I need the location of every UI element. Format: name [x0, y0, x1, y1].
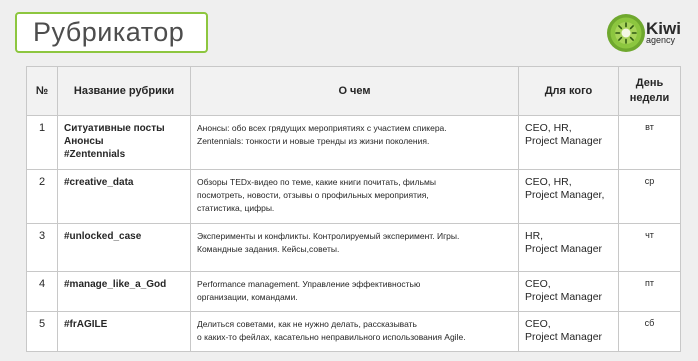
row-name: Ситуативные посты Анонсы #Zentennials: [57, 115, 191, 170]
header-day: День недели: [618, 66, 681, 116]
row-name-line: #manage_like_a_God: [64, 279, 167, 290]
row-audience-line: Project Manager,: [525, 189, 605, 201]
row-about: Эксперименты и конфликты. Контролируемый…: [190, 223, 519, 272]
table-row: 5 #frAGILE Делиться советами, как не нуж…: [26, 311, 681, 352]
row-about-line: Performance management. Управление эффек…: [197, 279, 421, 289]
header-audience: Для кого: [518, 66, 619, 116]
row-about-line: посмотреть, новости, отзывы о профильных…: [197, 190, 429, 200]
row-audience-line: Project Manager: [525, 243, 603, 255]
row-audience-line: Project Manager: [525, 291, 603, 303]
row-about: Обзоры TEDx-видео по теме, какие книги п…: [190, 169, 519, 224]
table-header-row: № Название рубрики О чем Для кого День н…: [26, 66, 681, 116]
row-audience: CEO, Project Manager: [518, 311, 619, 352]
table-row: 2 #creative_data Обзоры TEDx-видео по те…: [26, 169, 681, 224]
row-audience-line: HR,: [525, 230, 544, 242]
row-audience: CEO, HR, Project Manager,: [518, 169, 619, 224]
row-about-line: Анонсы: обо всех грядущих мероприятиях с…: [197, 123, 447, 133]
row-about-line: Командные задания. Кейсы,советы.: [197, 244, 340, 254]
row-about: Анонсы: обо всех грядущих мероприятиях с…: [190, 115, 519, 170]
row-audience-line: CEO,: [525, 278, 551, 290]
header-about: О чем: [190, 66, 519, 116]
row-day: вт: [618, 115, 681, 170]
logo-text: Kiwi agency: [646, 20, 681, 45]
table-row: 1 Ситуативные посты Анонсы #Zentennials …: [26, 115, 681, 170]
table-row: 4 #manage_like_a_God Performance managem…: [26, 271, 681, 312]
row-name-line: Анонсы: [64, 136, 104, 147]
row-day: чт: [618, 223, 681, 272]
row-about-line: статистика, цифры.: [197, 203, 275, 213]
row-number: 2: [26, 169, 58, 224]
row-audience-line: Project Manager: [525, 331, 603, 343]
row-audience-line: CEO,: [525, 318, 551, 330]
row-number: 1: [26, 115, 58, 170]
row-number: 3: [26, 223, 58, 272]
row-audience-line: CEO, HR,: [525, 122, 572, 134]
row-name: #unlocked_case: [57, 223, 191, 272]
rubricator-table: № Название рубрики О чем Для кого День н…: [26, 66, 681, 352]
row-audience-line: Project Manager: [525, 135, 603, 147]
row-about-line: Обзоры TEDx-видео по теме, какие книги п…: [197, 177, 436, 187]
kiwi-slice-icon: [607, 14, 645, 52]
row-about: Performance management. Управление эффек…: [190, 271, 519, 312]
kiwi-agency-logo: Kiwi agency: [606, 9, 694, 55]
row-name-line: #unlocked_case: [64, 231, 142, 242]
row-name: #manage_like_a_God: [57, 271, 191, 312]
row-day: пт: [618, 271, 681, 312]
row-day: ср: [618, 169, 681, 224]
title-box: Рубрикатор: [15, 12, 208, 53]
row-about-line: Делиться советами, как не нужно делать, …: [197, 319, 417, 329]
row-about-line: Zentennials: тонкости и новые тренды из …: [197, 136, 430, 146]
row-name-line: #frAGILE: [64, 319, 108, 330]
row-about: Делиться советами, как не нужно делать, …: [190, 311, 519, 352]
row-about-line: о каких-то фейлах, касательно неправильн…: [197, 332, 466, 342]
row-name-line: #creative_data: [64, 177, 134, 188]
row-name-line: #Zentennials: [64, 149, 126, 160]
row-name: #creative_data: [57, 169, 191, 224]
row-audience: CEO, HR, Project Manager: [518, 115, 619, 170]
row-audience: CEO, Project Manager: [518, 271, 619, 312]
page-title: Рубрикатор: [33, 17, 185, 47]
row-name: #frAGILE: [57, 311, 191, 352]
table-row: 3 #unlocked_case Эксперименты и конфликт…: [26, 223, 681, 272]
row-name-line: Ситуативные посты: [64, 123, 165, 134]
row-audience: HR, Project Manager: [518, 223, 619, 272]
row-day: сб: [618, 311, 681, 352]
row-number: 4: [26, 271, 58, 312]
row-about-line: Эксперименты и конфликты. Контролируемый…: [197, 231, 460, 241]
header-name: Название рубрики: [57, 66, 191, 116]
row-about-line: организации, командами.: [197, 292, 298, 302]
header-number: №: [26, 66, 58, 116]
row-number: 5: [26, 311, 58, 352]
row-audience-line: CEO, HR,: [525, 176, 572, 188]
